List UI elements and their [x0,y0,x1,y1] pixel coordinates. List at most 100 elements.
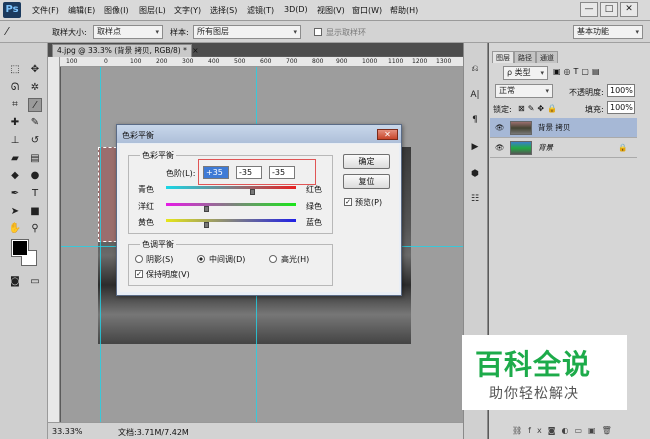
tab-layers[interactable]: 图层 [492,51,514,63]
sample-size-select[interactable]: 取样点 [93,25,163,39]
lock-icon: 🔒 [618,143,628,152]
workspace-select[interactable]: 基本功能 [573,25,643,39]
type-tool-icon[interactable]: T [28,187,42,201]
radio-shadows[interactable] [135,255,143,263]
layer-filter-icons[interactable]: ▣◎T▢▤ [553,67,603,76]
slider-right-label: 绿色 [306,202,322,211]
yellow-blue-slider-track[interactable] [166,219,296,222]
ps-logo: Ps [3,2,21,18]
levels-label: 色阶(L): [166,169,196,178]
slider-left-label: 黄色 [138,218,154,227]
history-panel-icon[interactable]: ⎌ [468,62,482,76]
document-tab[interactable]: 4.jpg @ 33.3% (背景 拷贝, RGB/8) * × [52,44,199,57]
paragraph-panel-icon[interactable]: ¶ [468,113,482,127]
gradient-tool-icon[interactable]: ▤ [28,152,42,166]
maximize-button[interactable]: □ [600,2,618,17]
dialog-title: 色彩平衡 [122,131,154,140]
quick-mask-icon[interactable]: ◙ [8,275,22,289]
fill-input[interactable]: 100% [607,101,635,114]
layer-row-background-copy[interactable]: 👁 背景 拷贝 [490,118,637,138]
menu-filter[interactable]: 滤镜(T) [247,5,274,16]
cyan-red-slider-knob[interactable] [250,189,255,195]
menu-layer[interactable]: 图层(L) [139,5,166,16]
screen-mode-icon[interactable]: ▭ [28,275,42,289]
history-brush-icon[interactable]: ↺ [28,134,42,148]
sample-label: 样本: [170,28,189,37]
blur-tool-icon[interactable]: ◆ [8,169,22,183]
blend-mode-select[interactable]: 正常 [495,84,553,98]
visibility-eye-icon[interactable]: 👁 [495,118,505,138]
menu-file[interactable]: 文件(F) [32,5,59,16]
zoom-level[interactable]: 33.33% [52,427,83,436]
tab-channels[interactable]: 通道 [536,51,558,63]
menu-select[interactable]: 选择(S) [210,5,237,16]
watermark-title: 百科全说 [475,348,592,381]
lock-icons[interactable]: ⊠✎✥🔒 [518,104,560,113]
layers-footer-icons[interactable]: ⛓fx◙◐▭▣🗑 [512,426,618,435]
document-tab-title: 4.jpg @ 33.3% (背景 拷贝, RGB/8) * [57,46,187,55]
dialog-close-icon[interactable]: ✕ [377,129,398,140]
eyedropper-icon[interactable]: ⁄ [6,25,8,38]
ruler-tick: 1000 [362,58,378,65]
eraser-tool-icon[interactable]: ▰ [8,152,22,166]
actions-panel-icon[interactable]: ▶ [468,140,482,154]
magenta-green-slider-knob[interactable] [204,206,209,212]
pen-tool-icon[interactable]: ✒ [8,187,22,201]
sample-select[interactable]: 所有图层 [193,25,301,39]
menu-help[interactable]: 帮助(H) [390,5,418,16]
magenta-green-slider-track[interactable] [166,203,296,206]
preview-checkbox[interactable]: ✓ [344,198,352,206]
ruler-tick: 700 [286,58,298,65]
yellow-blue-slider-knob[interactable] [204,222,209,228]
magic-wand-icon[interactable]: ✲ [28,81,42,95]
menu-image[interactable]: 图像(I) [104,5,129,16]
reset-button[interactable]: 复位 [343,174,390,189]
menu-window[interactable]: 窗口(W) [352,5,382,16]
dialog-titlebar[interactable] [117,125,401,143]
properties-panel-icon[interactable]: ☷ [468,192,482,206]
opacity-input[interactable]: 100% [607,84,635,97]
tab-paths[interactable]: 路径 [514,51,536,63]
brush-tool-icon[interactable]: ✎ [28,116,42,130]
move-tool-icon[interactable]: ✥ [28,63,42,77]
foreground-color-front [12,240,28,256]
radio-highlights[interactable] [269,255,277,263]
radio-midtones[interactable] [197,255,205,263]
ruler-tick: 1200 [412,58,428,65]
lasso-tool-icon[interactable]: ᘏ [8,81,22,95]
minimize-button[interactable]: — [580,2,598,17]
eyedropper-tool-icon[interactable]: ⁄ [28,98,42,112]
cyan-red-slider-track[interactable] [166,186,296,189]
close-window-button[interactable]: ✕ [620,2,638,17]
crop-tool-icon[interactable]: ⌗ [8,98,22,112]
dodge-tool-icon[interactable]: ● [28,169,42,183]
menu-edit[interactable]: 编辑(E) [68,5,95,16]
shape-tool-icon[interactable]: ■ [28,205,42,219]
slider-left-label: 青色 [138,185,154,194]
layer-filter-select[interactable]: ρ 类型 [503,66,548,80]
menu-view[interactable]: 视图(V) [317,5,345,16]
3d-panel-icon[interactable]: ⬢ [468,167,482,181]
healing-brush-icon[interactable]: ✚ [8,116,22,130]
preserve-luminosity-checkbox[interactable]: ✓ [135,270,143,278]
character-panel-icon[interactable]: A| [468,88,482,102]
marquee-tool-icon[interactable]: ⬚ [8,63,22,77]
document-size[interactable]: 文档:3.71M/7.42M [118,427,189,438]
ruler-tick: 1300 [436,58,452,65]
ruler-tick: 100 [66,58,78,65]
layer-thumbnail [510,141,532,155]
menu-3d[interactable]: 3D(D) [284,5,308,14]
zoom-tool-icon[interactable]: ⚲ [28,222,42,236]
clone-stamp-icon[interactable]: ⊥ [8,134,22,148]
layer-row-background[interactable]: 👁 背景 🔒 [490,138,637,158]
ok-button[interactable]: 确定 [343,154,390,169]
path-select-icon[interactable]: ➤ [8,205,22,219]
show-ring-label: 显示取样环 [326,28,366,37]
opacity-label: 不透明度: [569,88,604,97]
visibility-eye-icon[interactable]: 👁 [495,138,505,158]
document-tab-close-icon[interactable]: × [192,46,198,55]
show-ring-checkbox[interactable] [314,28,322,36]
fill-label: 填充: [585,105,604,114]
menu-type[interactable]: 文字(Y) [174,5,201,16]
hand-tool-icon[interactable]: ✋ [8,222,22,236]
